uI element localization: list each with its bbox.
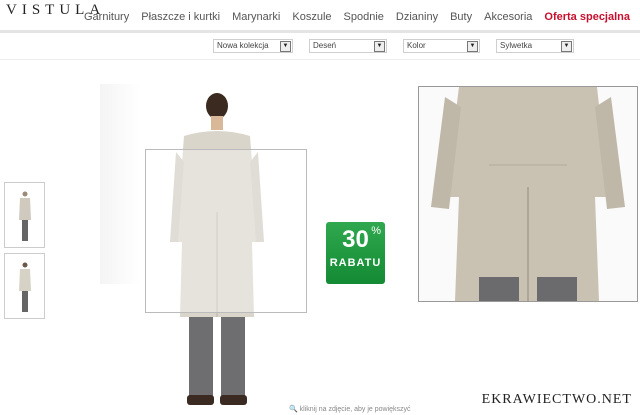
chevron-down-icon[interactable]: ▼ <box>280 41 291 52</box>
zoom-lens-box[interactable] <box>145 149 307 313</box>
nav-item-oferta-specjalna[interactable]: Oferta specjalna <box>538 11 630 23</box>
zoomed-image-panel <box>418 86 638 302</box>
product-thumbnail-front[interactable] <box>4 182 45 248</box>
filter-nowa-kolekcja-select[interactable]: Nowa kolekcja ▼ <box>213 39 293 53</box>
discount-label: RABATU <box>329 257 382 269</box>
filter-label: Kolor <box>407 41 426 50</box>
filter-desen-select[interactable]: Deseń ▼ <box>309 39 387 53</box>
main-nav: Garnitury Płaszcze i kurtki Marynarki Ko… <box>78 11 630 23</box>
filter-bar: Nowa kolekcja ▼ Deseń ▼ Kolor ▼ Sylwetka… <box>213 39 590 53</box>
nav-item-koszule[interactable]: Koszule <box>286 11 337 23</box>
nav-item-spodnie[interactable]: Spodnie <box>338 11 390 23</box>
nav-item-garnitury[interactable]: Garnitury <box>78 11 135 23</box>
nav-item-dzianiny[interactable]: Dzianiny <box>390 11 444 23</box>
search-icon: 🔍 <box>289 406 298 413</box>
chevron-down-icon[interactable]: ▼ <box>561 41 572 52</box>
product-thumbnail-back[interactable] <box>4 253 45 319</box>
photo-background <box>100 84 140 284</box>
nav-item-plaszcze-i-kurtki[interactable]: Płaszcze i kurtki <box>135 11 226 23</box>
chevron-down-icon[interactable]: ▼ <box>374 41 385 52</box>
header-divider <box>0 30 640 33</box>
coat-front-thumbnail-image <box>19 191 31 241</box>
filter-label: Sylwetka <box>500 41 533 50</box>
coat-back-thumbnail-image <box>19 262 31 312</box>
filter-sylwetka-select[interactable]: Sylwetka ▼ <box>496 39 574 53</box>
zoom-hint-text: kliknij na zdjęcie, aby je powiększyć <box>299 406 411 413</box>
filter-kolor-select[interactable]: Kolor ▼ <box>403 39 480 53</box>
filter-divider <box>0 59 640 60</box>
nav-item-akcesoria[interactable]: Akcesoria <box>478 11 538 23</box>
nav-item-marynarki[interactable]: Marynarki <box>226 11 286 23</box>
filter-label: Nowa kolekcja <box>217 41 269 50</box>
coat-zoom-image <box>431 87 625 301</box>
chevron-down-icon[interactable]: ▼ <box>467 41 478 52</box>
discount-badge: 30 % RABATU <box>326 222 385 284</box>
percent-sign: % <box>371 225 381 237</box>
watermark-text: EKRAWIECTWO.NET <box>481 392 632 407</box>
filter-label: Deseń <box>313 41 337 50</box>
nav-item-buty[interactable]: Buty <box>444 11 478 23</box>
zoom-hint: 🔍 kliknij na zdjęcie, aby je powiększyć <box>289 405 411 413</box>
